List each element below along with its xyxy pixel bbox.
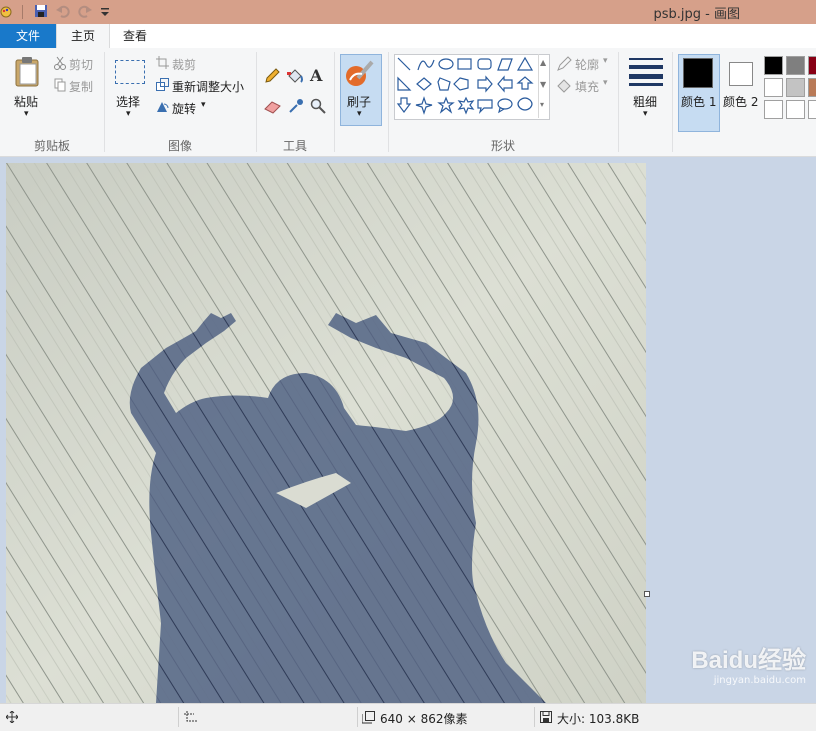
tab-home[interactable]: 主页 — [56, 24, 110, 49]
magnifier-icon[interactable] — [310, 98, 326, 114]
paste-dropdown-icon[interactable]: ▾ — [24, 109, 29, 119]
title-bar: psb.jpg - 画图 — [0, 0, 816, 24]
palette-swatch[interactable] — [764, 100, 783, 119]
image-dimensions: 640 × 862像素 — [380, 712, 468, 726]
selection-size-icon — [184, 711, 197, 722]
watermark: Baidu经验 jingyan.baidu.com — [691, 640, 806, 686]
canvas-image[interactable] — [6, 163, 646, 703]
brush-icon — [346, 60, 374, 86]
resize-button[interactable]: 重新调整大小 — [172, 78, 244, 95]
rotate-dropdown-icon[interactable]: ▾ — [201, 100, 206, 110]
divider — [534, 707, 535, 727]
palette-swatch[interactable] — [786, 56, 805, 75]
cut-button[interactable]: 剪切 — [69, 56, 93, 73]
gallery-more-icon[interactable]: ▾ — [540, 100, 544, 109]
palette-swatch[interactable] — [786, 100, 805, 119]
gallery-down-icon[interactable]: ▼ — [540, 80, 546, 89]
palette-swatch[interactable] — [808, 100, 816, 119]
image-group-label: 图像 — [167, 139, 192, 153]
rotate-icon — [157, 102, 169, 112]
paste-icon[interactable] — [14, 56, 42, 88]
fill-icon — [557, 79, 571, 93]
scissors-icon — [54, 56, 66, 70]
divider — [357, 707, 358, 727]
ribbon: 粘贴 ▾ 剪切 复制 剪贴板 选择 ▾ 裁剪 重新调整大小 旋转 ▾ 图像 A … — [0, 48, 816, 157]
crop-icon — [156, 56, 169, 69]
resize-handle-right[interactable] — [644, 591, 650, 597]
file-size: 大小: 103.8KB — [557, 712, 640, 726]
palette-swatch[interactable] — [786, 78, 805, 97]
file-size-icon — [540, 711, 552, 723]
size-button[interactable]: 粗细 — [633, 93, 657, 110]
watermark-url: jingyan.baidu.com — [713, 675, 806, 686]
size-dropdown-icon[interactable]: ▾ — [643, 109, 648, 119]
tools-group-label: 工具 — [282, 139, 307, 153]
tab-view[interactable]: 查看 — [110, 24, 160, 48]
brush-label: 刷子 — [347, 95, 372, 109]
select-dropdown-icon[interactable]: ▾ — [126, 109, 131, 119]
color2-label: 颜色 2 — [723, 95, 759, 109]
shapes-icons[interactable] — [396, 56, 536, 116]
color1-swatch — [683, 58, 713, 88]
palette-swatch[interactable] — [808, 78, 816, 97]
divider — [178, 707, 179, 727]
color1-label: 颜色 1 — [681, 95, 717, 109]
fill-bucket-icon[interactable] — [286, 68, 304, 84]
paste-button[interactable]: 粘贴 — [14, 93, 38, 110]
clipboard-group-label: 剪贴板 — [33, 139, 70, 153]
cursor-position-icon — [6, 711, 18, 723]
text-icon[interactable]: A — [310, 66, 322, 85]
ribbon-tabs: 文件 主页 查看 — [0, 24, 816, 49]
image-size-icon — [362, 711, 375, 724]
status-bar: 640 × 862像素 大小: 103.8KB — [0, 703, 816, 731]
outline-button[interactable]: 轮廓 — [575, 56, 599, 73]
fill-button[interactable]: 填充 — [575, 78, 599, 95]
shapes-group-label: 形状 — [490, 139, 515, 153]
palette-swatch[interactable] — [764, 78, 783, 97]
divider — [672, 52, 673, 152]
watermark-brand: Baidu经验 — [691, 647, 806, 674]
copy-button[interactable]: 复制 — [69, 78, 93, 95]
fill-dropdown-icon[interactable]: ▾ — [603, 78, 608, 88]
color-picker-icon[interactable] — [288, 98, 304, 114]
size-icon[interactable] — [629, 58, 663, 86]
tab-file[interactable]: 文件 — [0, 24, 56, 48]
window-title: psb.jpg - 画图 — [653, 7, 740, 22]
select-button[interactable]: 选择 — [116, 93, 140, 110]
gallery-up-icon[interactable]: ▲ — [540, 58, 546, 67]
rotate-button[interactable]: 旋转 — [172, 100, 196, 117]
select-icon[interactable] — [115, 60, 145, 84]
outline-icon — [557, 56, 572, 71]
divider — [334, 52, 335, 152]
outline-dropdown-icon[interactable]: ▾ — [603, 56, 608, 66]
divider — [618, 52, 619, 152]
eraser-icon[interactable] — [264, 100, 282, 114]
resize-icon — [156, 78, 169, 91]
color2-swatch — [729, 62, 753, 86]
copy-icon — [54, 78, 66, 92]
brush-dropdown-icon: ▾ — [357, 109, 362, 119]
palette-swatch[interactable] — [764, 56, 783, 75]
crop-button[interactable]: 裁剪 — [172, 56, 196, 73]
pencil-icon[interactable] — [264, 68, 280, 84]
palette-swatch[interactable] — [808, 56, 816, 75]
